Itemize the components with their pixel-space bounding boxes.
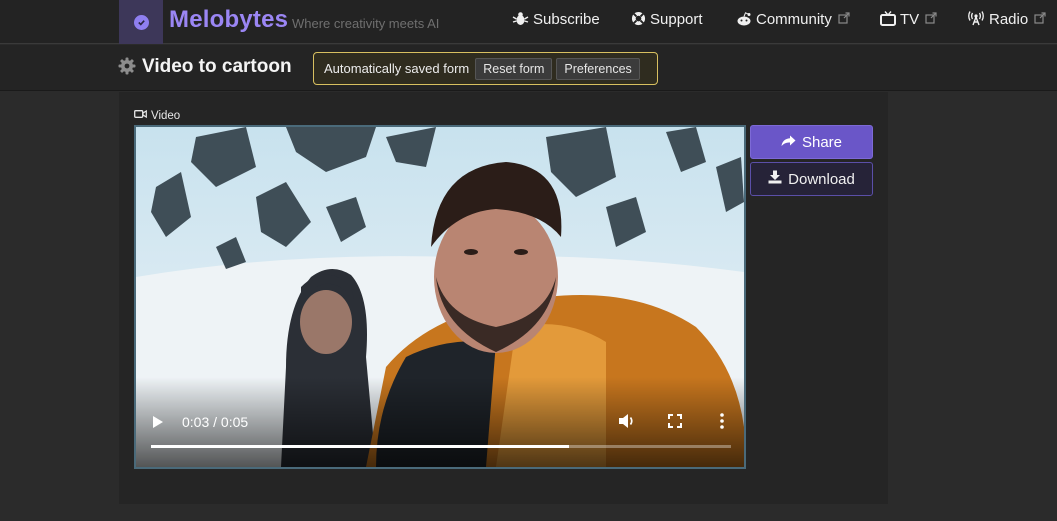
video-camera-icon [134, 109, 147, 122]
video-player[interactable]: 0:03 / 0:05 [134, 125, 746, 469]
check-icon [133, 14, 149, 30]
video-section-label: Video [134, 109, 180, 122]
bug-icon [512, 11, 529, 28]
nav-radio-label: Radio [989, 11, 1029, 28]
external-link-icon [925, 12, 937, 27]
page-title: Video to cartoon [142, 56, 292, 77]
download-label: Download [788, 170, 855, 188]
external-link-icon [838, 12, 850, 27]
brand-name[interactable]: Melobytes [169, 6, 288, 34]
progress-bar[interactable] [151, 445, 731, 448]
volume-icon[interactable] [618, 413, 636, 434]
nav-support-label: Support [650, 11, 703, 28]
radio-tower-icon [967, 11, 985, 28]
external-link-icon [1034, 12, 1046, 27]
nav-subscribe[interactable]: Subscribe [512, 11, 600, 28]
download-icon [768, 170, 782, 188]
nav-subscribe-label: Subscribe [533, 11, 600, 28]
nav-tv-label: TV [900, 11, 920, 28]
share-label: Share [801, 133, 843, 151]
nav-community-label: Community [756, 11, 832, 28]
nav-community[interactable]: Community [736, 11, 850, 28]
fullscreen-icon[interactable] [668, 414, 682, 433]
autosave-label: Automatically saved form [324, 61, 470, 76]
reset-form-button[interactable]: Reset form [475, 57, 553, 80]
video-time: 0:03 / 0:05 [182, 414, 249, 430]
share-icon [781, 134, 796, 151]
nav-radio[interactable]: Radio [967, 11, 1046, 28]
preferences-button[interactable]: Preferences [556, 57, 640, 80]
lifebuoy-icon [631, 11, 646, 28]
reddit-icon [736, 11, 752, 28]
gear-icon [118, 57, 136, 75]
video-label-text: Video [151, 109, 181, 122]
autosave-notice: Automatically saved form Reset form Pref… [313, 52, 658, 85]
more-options-icon[interactable] [720, 413, 724, 434]
progress-fill [151, 445, 569, 448]
top-navbar: Melobytes Where creativity meets AI Subs… [0, 0, 1057, 44]
tv-icon [880, 11, 896, 28]
share-button[interactable]: Share [750, 125, 873, 159]
download-button[interactable]: Download [750, 162, 873, 196]
nav-support[interactable]: Support [631, 11, 703, 28]
play-icon[interactable] [152, 415, 164, 434]
brand-tagline: Where creativity meets AI [292, 16, 440, 31]
nav-tv[interactable]: TV [880, 11, 937, 28]
logo-badge[interactable] [119, 0, 163, 44]
